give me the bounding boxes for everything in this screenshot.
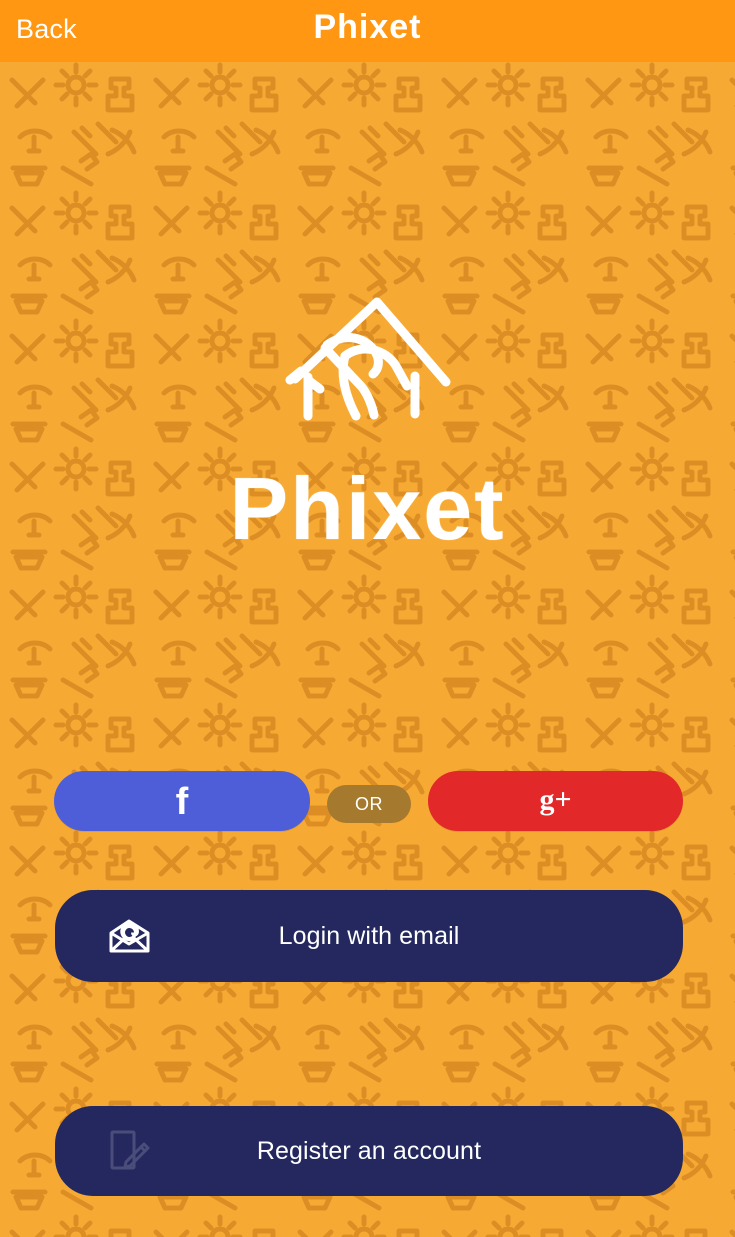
register-account-label: Register an account: [256, 1136, 482, 1165]
envelope-icon: [109, 919, 150, 953]
google-plus-login-button[interactable]: g+: [428, 771, 683, 831]
tool-pattern-background: [0, 62, 735, 1237]
register-account-button[interactable]: Register an account: [55, 1106, 683, 1196]
facebook-login-button[interactable]: f: [54, 771, 310, 831]
login-screen: Back Phixet Phixet f OR g+ Login with em…: [0, 0, 735, 1237]
top-navigation-bar: Back Phixet: [0, 0, 735, 62]
house-tools-logo: [285, 297, 451, 421]
tablet-pencil-icon: [110, 1130, 150, 1170]
or-divider: OR: [327, 785, 411, 823]
google-plus-icon: g+: [539, 783, 572, 816]
app-title: Phixet: [313, 8, 422, 46]
login-with-email-label: Login with email: [278, 921, 460, 950]
facebook-icon: f: [175, 781, 189, 823]
login-with-email-button[interactable]: Login with email: [55, 890, 683, 982]
brand-wordmark: Phixet: [229, 459, 506, 558]
